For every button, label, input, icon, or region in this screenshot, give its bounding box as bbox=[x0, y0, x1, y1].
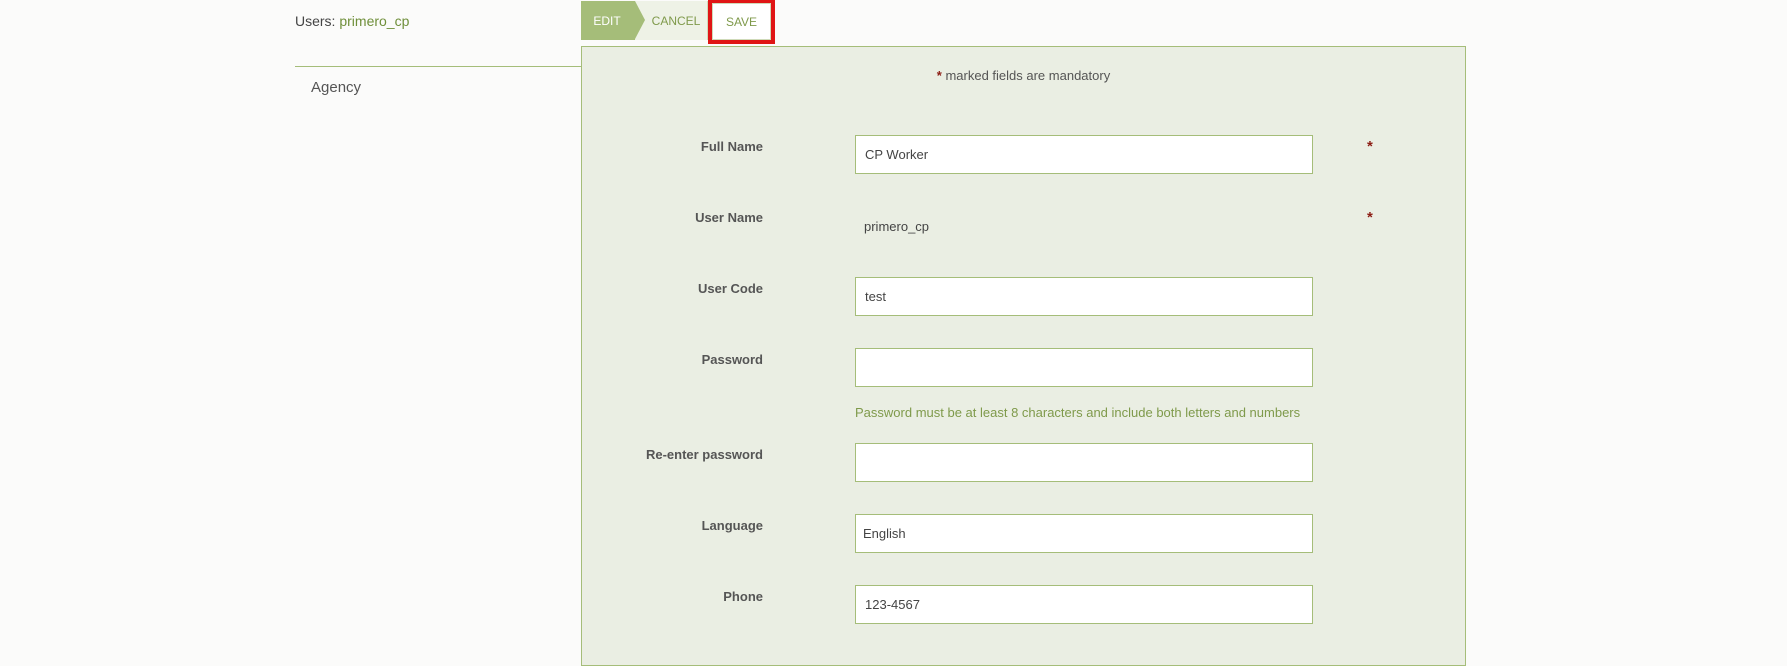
save-button[interactable]: SAVE bbox=[708, 0, 775, 44]
user-code-label: User Code bbox=[697, 281, 763, 296]
user-code-input[interactable] bbox=[855, 277, 1313, 316]
nav-item-agency[interactable]: Agency bbox=[311, 79, 361, 96]
user-name-required-star: * bbox=[1367, 209, 1373, 226]
breadcrumb-prefix: Users: bbox=[295, 13, 336, 29]
mandatory-note: * marked fields are mandatory bbox=[582, 68, 1465, 83]
user-form-panel: * marked fields are mandatory Full Name … bbox=[581, 46, 1466, 666]
password-input[interactable] bbox=[855, 348, 1313, 387]
user-name-value: primero_cp bbox=[864, 219, 930, 234]
breadcrumb: Users: primero_cp bbox=[295, 13, 409, 29]
action-bar: EDIT CANCEL SAVE bbox=[581, 0, 775, 44]
language-label: Language bbox=[701, 518, 763, 533]
password-label: Password bbox=[701, 352, 763, 367]
cancel-button[interactable]: CANCEL bbox=[635, 1, 708, 40]
password-help-text: Password must be at least 8 characters a… bbox=[855, 405, 1301, 420]
full-name-input[interactable] bbox=[855, 135, 1313, 174]
breadcrumb-current-user[interactable]: primero_cp bbox=[339, 13, 409, 29]
full-name-required-star: * bbox=[1367, 138, 1373, 155]
full-name-label: Full Name bbox=[700, 139, 763, 154]
user-name-label: User Name bbox=[695, 210, 763, 225]
password-confirm-input[interactable] bbox=[855, 443, 1313, 482]
language-select[interactable] bbox=[855, 514, 1313, 553]
mandatory-note-text: marked fields are mandatory bbox=[941, 68, 1111, 83]
phone-label: Phone bbox=[723, 589, 763, 604]
password-confirm-label: Re-enter password bbox=[645, 447, 763, 462]
nav-divider bbox=[295, 66, 582, 67]
phone-input[interactable] bbox=[855, 585, 1313, 624]
edit-button[interactable]: EDIT bbox=[581, 1, 645, 40]
